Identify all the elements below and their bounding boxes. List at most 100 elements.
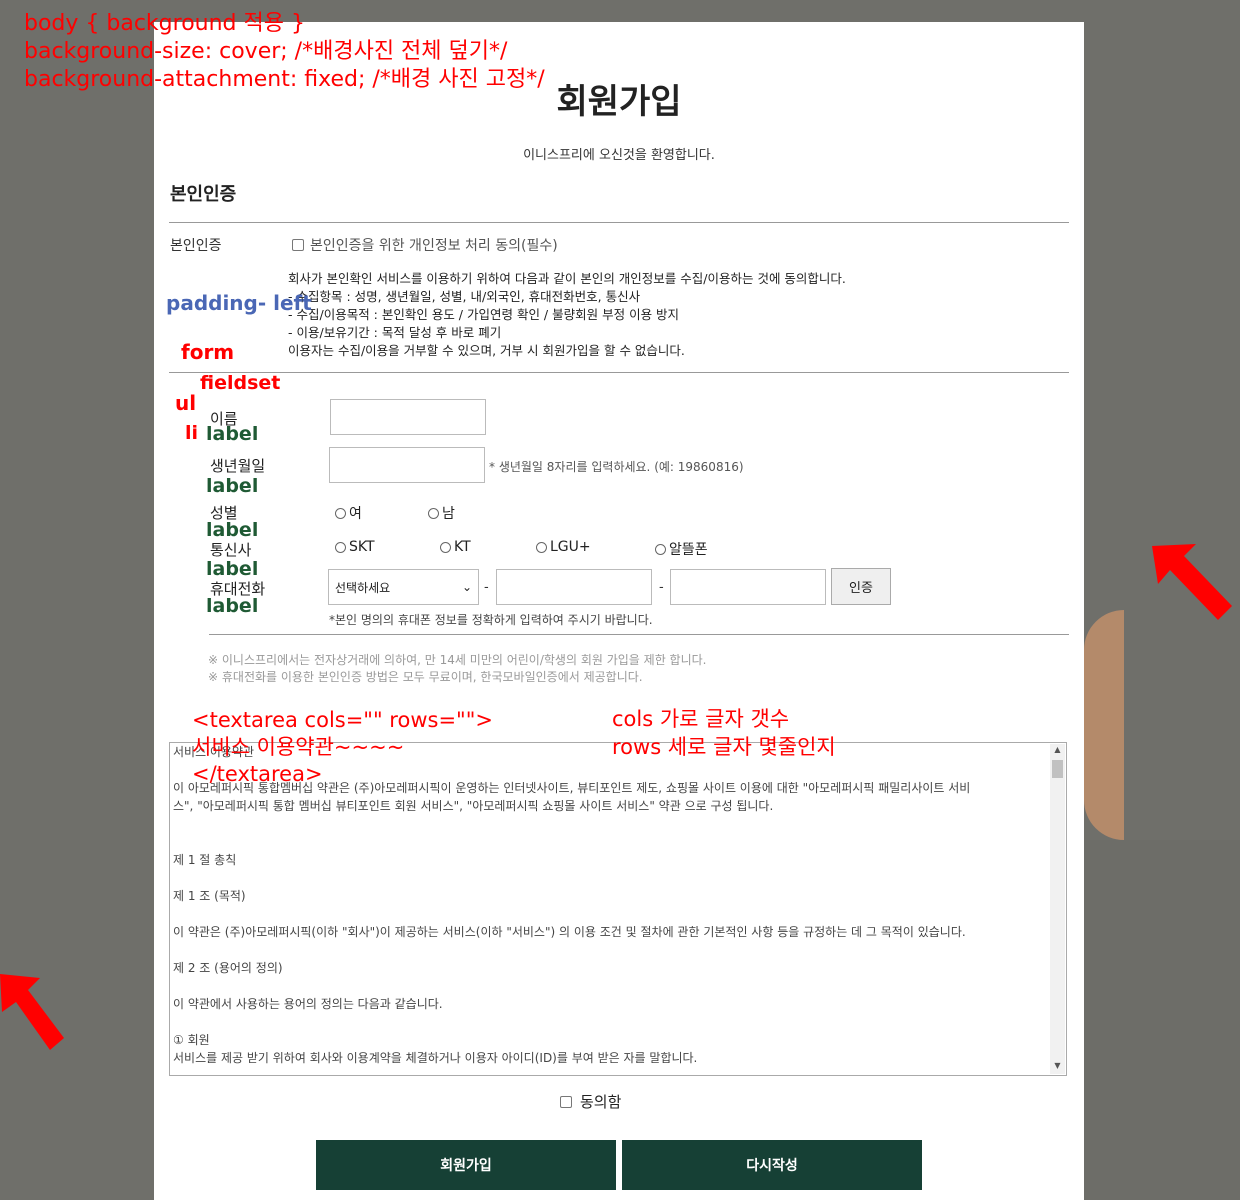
birth-label: 생년월일: [210, 457, 266, 475]
birth-input[interactable]: [329, 447, 485, 483]
phone-dash: -: [659, 580, 664, 595]
phone-middle-input[interactable]: [496, 569, 652, 605]
annotation-line: background-size: cover; /*배경사진 전체 덮기*/: [24, 39, 508, 64]
gender-male-radio[interactable]: 남: [428, 503, 455, 523]
privacy-notice: 회사가 본인확인 서비스를 이용하기 위하여 다음과 같이 본인의 개인정보를 …: [288, 270, 846, 360]
label-annotation: label: [206, 595, 259, 617]
terms-line: [173, 869, 1049, 887]
consent-checkbox[interactable]: [292, 239, 304, 251]
terms-line: 이 약관은 (주)아모레퍼시픽(이하 "회사")이 제공하는 서비스(이하 "서…: [173, 925, 966, 939]
divider: [209, 634, 1069, 635]
welcome-text: 이니스프리에 오신것을 환영합니다.: [523, 148, 715, 163]
consent-checkbox-row[interactable]: 본인인증을 위한 개인정보 처리 동의(필수): [292, 235, 558, 255]
li-annotation: li: [185, 422, 199, 444]
phone-hint: *본인 명의의 휴대폰 정보를 정확하게 입력하여 주시기 바랍니다.: [329, 613, 653, 627]
radio-label: 여: [349, 506, 362, 522]
chevron-down-icon: ⌄: [461, 580, 472, 594]
signup-container: 회원가입 이니스프리에 오신것을 환영합니다. 본인인증 본인인증 본인인증을 …: [154, 22, 1084, 1200]
label-annotation: label: [206, 519, 259, 541]
notice-line: 회사가 본인확인 서비스를 이용하기 위하여 다음과 같이 본인의 개인정보를 …: [288, 271, 846, 286]
reset-button[interactable]: 다시작성: [622, 1140, 922, 1190]
notice-line: - 이용/보유기간 : 목적 달성 후 바로 폐기: [288, 325, 502, 340]
annotation-line: body { background 적용 }: [24, 11, 305, 36]
radio-label: LGU+: [550, 539, 591, 555]
radio-circle[interactable]: [655, 543, 666, 555]
auth-label: 본인인증: [170, 238, 222, 254]
css-annotation: body { background 적용 } background-size: …: [24, 10, 545, 94]
annotation-line: </textarea>: [192, 762, 323, 786]
terms-line: 제 2 조 (용어의 정의): [173, 961, 283, 975]
padding-annotation: padding- left: [166, 291, 312, 315]
textarea-scrollbar[interactable]: [1050, 744, 1065, 1074]
terms-line: 제 1 조 (목적): [173, 889, 246, 903]
terms-line: [173, 1013, 1049, 1031]
terms-line: [173, 905, 1049, 923]
agree-label: 동의함: [580, 1093, 622, 1111]
gray-note: ※ 이니스프리에서는 전자상거래에 의하여, 만 14세 미만의 어린이/학생의…: [208, 653, 707, 667]
radio-circle[interactable]: [428, 507, 439, 519]
radio-circle[interactable]: [440, 541, 451, 553]
phone-dash: -: [484, 580, 489, 595]
terms-line: [173, 815, 1049, 833]
notice-line: 이용자는 수집/이용을 거부할 수 있으며, 거부 시 회원가입을 할 수 없습…: [288, 343, 685, 358]
consent-label: 본인인증을 위한 개인정보 처리 동의(필수): [310, 238, 558, 254]
notice-line: - 수집/이용목적 : 본인확인 용도 / 가입연령 확인 / 불량회원 부정 …: [288, 307, 680, 322]
radio-label: 남: [442, 506, 455, 522]
birth-hint: * 생년월일 8자리를 입력하세요. (예: 19860816): [489, 460, 744, 474]
fieldset-annotation: fieldset: [200, 372, 281, 394]
label-annotation: label: [206, 558, 259, 580]
join-button[interactable]: 회원가입: [316, 1140, 616, 1190]
scroll-up-icon[interactable]: ▲: [1050, 745, 1065, 757]
radio-circle[interactable]: [536, 541, 547, 553]
arrow-icon: [1152, 544, 1232, 620]
agree-checkbox[interactable]: [560, 1095, 572, 1108]
textarea-annotation: <textarea cols="" rows=""> 서비스 이용약관~~~~ …: [192, 707, 493, 788]
radio-circle[interactable]: [335, 507, 346, 519]
arrow-icon: [0, 974, 64, 1050]
terms-line: [173, 833, 1049, 851]
divider: [169, 372, 1069, 373]
carrier-mvno-radio[interactable]: 알뜰폰: [655, 539, 708, 559]
ul-annotation: ul: [175, 391, 197, 415]
cert-button[interactable]: 인증: [831, 568, 891, 605]
phone-prefix-select[interactable]: 선택하세요 ⌄: [328, 569, 479, 605]
radio-circle[interactable]: [335, 541, 346, 553]
select-value: 선택하세요: [335, 580, 391, 595]
form-annotation: form: [181, 340, 235, 364]
terms-line: 제 1 절 총칙: [173, 853, 237, 867]
scroll-down-icon[interactable]: ▼: [1050, 1061, 1065, 1073]
gray-note: ※ 휴대전화를 이용한 본인인증 방법은 모두 무료이며, 한국모바일인증에서 …: [208, 670, 643, 684]
carrier-lgu-radio[interactable]: LGU+: [536, 539, 591, 555]
label-annotation: label: [206, 475, 259, 497]
carrier-kt-radio[interactable]: KT: [440, 539, 471, 555]
background-photo-lower: [1084, 840, 1240, 1200]
terms-line: 이 약관에서 사용하는 용어의 정의는 다음과 같습니다.: [173, 997, 443, 1011]
agree-checkbox-row[interactable]: 동의함: [560, 1091, 621, 1112]
terms-line: [173, 941, 1049, 959]
carrier-label: 통신사: [210, 541, 252, 559]
terms-line: ① 회원: [173, 1033, 210, 1047]
radio-label: KT: [454, 539, 471, 555]
cols-rows-annotation: cols 가로 글자 갯수 rows 세로 글자 몇줄인지: [612, 705, 836, 761]
divider: [169, 222, 1069, 223]
phone-last-input[interactable]: [670, 569, 826, 605]
annotation-line: rows 세로 글자 몇줄인지: [612, 735, 836, 759]
radio-label: SKT: [349, 539, 375, 555]
terms-textarea[interactable]: 서비스 이용약관 이 아모레퍼시픽 통합멤버십 약관은 (주)아모레퍼시픽이 운…: [169, 742, 1067, 1076]
terms-line: 서비스를 제공 받기 위하여 회사와 이용계약을 체결하거나 이용자 아이디(I…: [173, 1051, 698, 1065]
annotation-line: background-attachment: fixed; /*배경 사진 고정…: [24, 67, 545, 92]
name-input[interactable]: [330, 399, 486, 435]
terms-line: [173, 977, 1049, 995]
notice-line: - 수집항목 : 성명, 생년월일, 성별, 내/외국인, 휴대전화번호, 통신…: [288, 289, 641, 304]
section-title: 본인인증: [170, 184, 237, 205]
terms-content: 서비스 이용약관 이 아모레퍼시픽 통합멤버십 약관은 (주)아모레퍼시픽이 운…: [173, 743, 1049, 1067]
background-photo-edge: [1084, 610, 1124, 840]
radio-label: 알뜰폰: [669, 542, 708, 558]
label-annotation: label: [206, 423, 259, 445]
carrier-skt-radio[interactable]: SKT: [335, 539, 375, 555]
annotation-line: 서비스 이용약관~~~~: [192, 735, 405, 759]
gender-female-radio[interactable]: 여: [335, 503, 362, 523]
annotation-line: cols 가로 글자 갯수: [612, 707, 790, 731]
annotation-line: <textarea cols="" rows="">: [192, 708, 493, 732]
scroll-thumb[interactable]: [1052, 760, 1063, 778]
